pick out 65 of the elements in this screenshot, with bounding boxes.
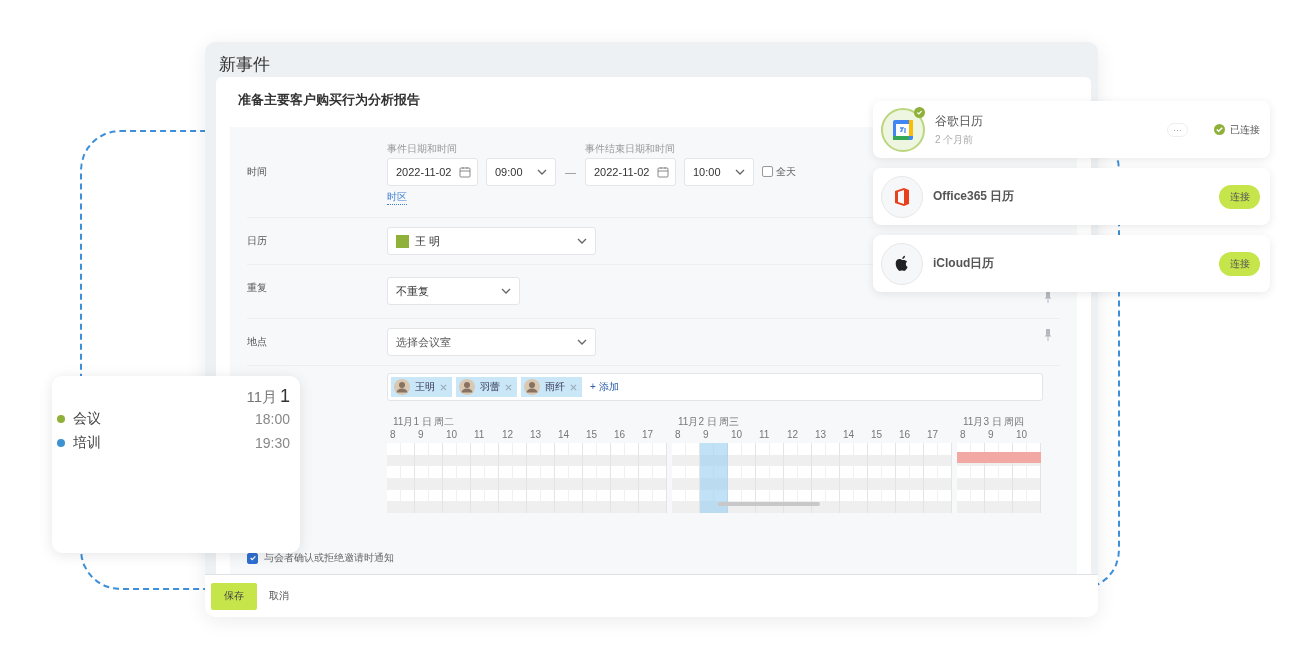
hour-label: 9 (987, 429, 995, 442)
time-select[interactable]: 10:00 (684, 157, 754, 186)
add-attendee-link[interactable]: + 添加 (590, 380, 619, 394)
hour-label: 11 (758, 429, 771, 442)
date-field[interactable]: 2022-11-02 (585, 157, 676, 186)
attendee-chip[interactable]: 羽蕾 (456, 377, 517, 397)
integration-name: Office365 日历 (933, 188, 1015, 205)
integration-name: iCloud日历 (933, 255, 995, 272)
day-label: 11月3 日 周四 (962, 415, 1025, 429)
day-label: 11月1 日 周二 (392, 415, 455, 429)
hour-label: 15 (585, 429, 599, 442)
room-select[interactable]: 选择会议室 (387, 328, 596, 356)
event-time: 19:30 (254, 435, 290, 451)
hour-label: 14 (842, 429, 856, 442)
hour-label: 12 (501, 429, 515, 442)
connect-button[interactable]: 连接 (1219, 184, 1260, 209)
hour-label: 8 (959, 429, 967, 442)
window-title: 新事件 (218, 54, 271, 76)
hour-label: 15 (870, 429, 884, 442)
checkbox-label: 与会者确认或拒绝邀请时通知 (264, 551, 394, 565)
event-time: 18:00 (254, 411, 290, 427)
field-label: 日历 (247, 234, 268, 248)
hour-label: 10 (730, 429, 744, 442)
field-caption: 事件日期和时间 (387, 141, 457, 156)
hour-label: 13 (814, 429, 828, 442)
checkbox-label: 全天 (776, 164, 796, 179)
hour-label: 9 (417, 429, 425, 442)
hour-label: 10 (445, 429, 459, 442)
hour-label: 16 (898, 429, 912, 442)
attendees-field[interactable]: 王明 羽蕾 雨纤 + 添加 (387, 373, 1043, 401)
integration-name: 谷歌日历 (935, 112, 983, 130)
field-label: 重复 (247, 281, 268, 295)
hour-label: 13 (529, 429, 543, 442)
calendar-select[interactable]: 王 明 (387, 227, 596, 255)
hour-label: 14 (557, 429, 571, 442)
field-label: 地点 (247, 335, 268, 349)
connection-status: 已连接 (1230, 122, 1260, 137)
attendee-chip[interactable]: 王明 (391, 377, 452, 397)
integration-time: 2 个月前 (935, 132, 974, 147)
range-separator: — (565, 165, 576, 178)
day-label: 11月2 日 周三 (677, 415, 740, 429)
hour-label: 8 (674, 429, 682, 442)
hour-label: 10 (1015, 429, 1029, 442)
agenda-event: 培训 (73, 434, 102, 452)
hour-label: 17 (926, 429, 940, 442)
hour-label: 16 (613, 429, 627, 442)
time-select[interactable]: 09:00 (486, 157, 556, 186)
field-label: 时间 (247, 165, 268, 179)
agenda-day: 1 (280, 386, 290, 407)
hour-label: 11 (473, 429, 486, 442)
agenda-event: 会议 (73, 410, 102, 428)
field-caption: 事件结束日期和时间 (585, 141, 675, 156)
hour-label: 9 (702, 429, 710, 442)
save-button[interactable]: 保存 (211, 582, 257, 610)
cancel-button[interactable]: 取消 (263, 588, 295, 604)
attendee-chip[interactable]: 雨纤 (521, 377, 582, 397)
hour-label: 17 (641, 429, 655, 442)
date-field[interactable]: 2022-11-02 (387, 157, 478, 186)
agenda-month: 11月 (246, 388, 277, 407)
hour-label: 12 (786, 429, 800, 442)
event-title: 准备主要客户购买行为分析报告 (237, 91, 421, 109)
connect-button[interactable]: 连接 (1219, 251, 1260, 276)
hour-label: 8 (389, 429, 397, 442)
repeat-select[interactable]: 不重复 (387, 277, 520, 305)
timezone-link[interactable]: 时区 (387, 189, 407, 205)
